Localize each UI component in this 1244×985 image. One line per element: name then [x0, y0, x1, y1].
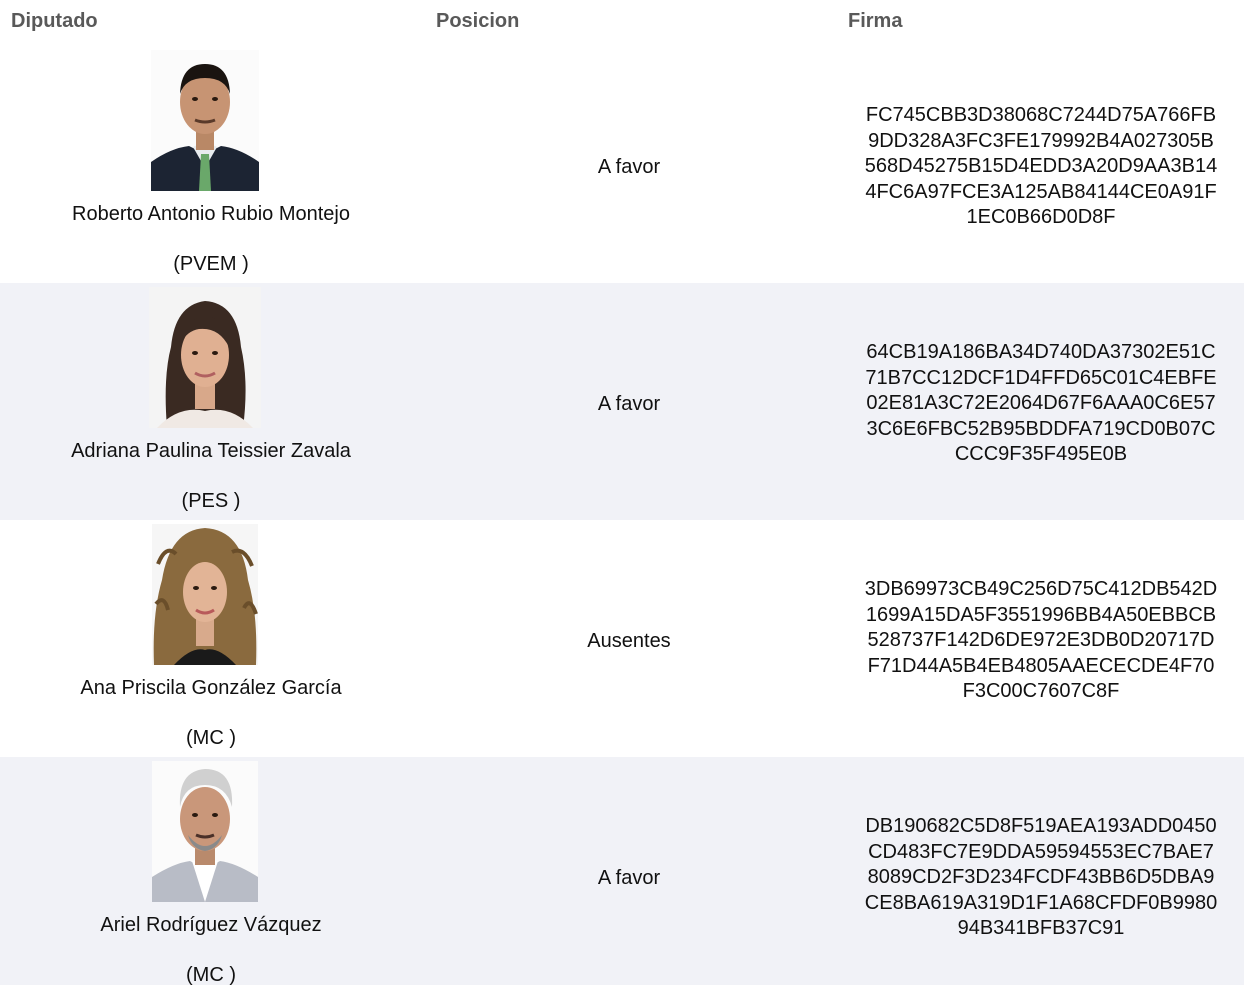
signature-line: 64CB19A186BA34D740DA37302E51C [866, 341, 1216, 363]
vote-position: Ausentes [587, 630, 671, 652]
signature-line: F71D44A5B4EB4805AAECECDE4F70 [867, 654, 1215, 677]
signature-line: 9DD328A3FC3FE179992B4A027305B [868, 129, 1214, 152]
column-header-diputado: Diputado [11, 10, 98, 32]
vote-position: A favor [597, 393, 661, 415]
signature-line: CE8BA619A319D1F1A68CFDF0B9980 [864, 891, 1218, 914]
signature-hash: 3DB69973CB49C256D75C412DB542D 1699A15DA5… [838, 577, 1244, 705]
table-row: Ana Priscila González García (MC ) Ausen… [0, 520, 1244, 757]
deputy-photo [152, 524, 258, 665]
signature-line: 94B341BFB37C91 [957, 917, 1125, 939]
deputy-photo [149, 287, 261, 428]
table-row: Ariel Rodríguez Vázquez (MC ) A favor DB… [0, 757, 1244, 985]
deputy-name: Adriana Paulina Teissier Zavala [71, 440, 351, 462]
signature-hash: FC745CBB3D38068C7244D75A766FB 9DD328A3FC… [838, 103, 1244, 231]
signature-line: 8089CD2F3D234FCDF43BB6D5DBA9 [867, 866, 1215, 888]
signature-line: 3DB69973CB49C256D75C412DB542D [864, 578, 1218, 600]
signature-line: 71B7CC12DCF1D4FFD65C01C4EBFE [865, 366, 1217, 389]
table-row: Adriana Paulina Teissier Zavala (PES ) A… [0, 283, 1244, 520]
signature-hash: 64CB19A186BA34D740DA37302E51C 71B7CC12DC… [838, 340, 1244, 468]
deputy-party: (MC ) [186, 964, 236, 985]
signature-line: 4FC6A97FCE3A125AB84144CE0A91F [865, 180, 1217, 203]
column-header-posicion: Posicion [436, 10, 520, 32]
signature-line: CCC9F35F495E0B [954, 443, 1128, 465]
table-header: Diputado Posicion Firma [0, 0, 1244, 46]
deputy-photo [152, 761, 258, 902]
vote-position: A favor [597, 156, 661, 178]
deputy-name: Ariel Rodríguez Vázquez [100, 914, 322, 936]
signature-line: FC745CBB3D38068C7244D75A766FB [865, 104, 1217, 126]
signature-line: 568D45275B15D4EDD3A20D9AA3B14 [864, 155, 1218, 177]
signature-line: CD483FC7E9DDA59594553EC7BAE7 [868, 840, 1214, 863]
signature-line: 1699A15DA5F3551996BB4A50EBBCB [865, 603, 1217, 626]
votes-table: Diputado Posicion Firma Roberto Antonio … [0, 0, 1244, 985]
signature-line: 1EC0B66D0D8F [966, 206, 1116, 228]
deputy-party: (PES ) [181, 490, 241, 512]
signature-line: 3C6E6FBC52B95BDDFA719CD0B07C [866, 417, 1216, 440]
deputy-party: (MC ) [186, 727, 236, 749]
signature-line: DB190682C5D8F519AEA193ADD0450 [865, 815, 1217, 837]
table-row: Roberto Antonio Rubio Montejo (PVEM ) A … [0, 46, 1244, 283]
deputy-name: Ana Priscila González García [80, 677, 342, 699]
signature-line: 02E81A3C72E2064D67F6AAA0C6E57 [866, 392, 1216, 414]
signature-line: 528737F142D6DE972E3DB0D20717D [867, 629, 1215, 651]
deputy-party: (PVEM ) [173, 253, 249, 275]
deputy-photo [151, 50, 259, 191]
column-header-firma: Firma [848, 10, 903, 32]
vote-position: A favor [597, 867, 661, 889]
deputy-name: Roberto Antonio Rubio Montejo [72, 203, 350, 225]
signature-hash: DB190682C5D8F519AEA193ADD0450 CD483FC7E9… [838, 814, 1244, 942]
signature-line: F3C00C7607C8F [962, 680, 1120, 702]
